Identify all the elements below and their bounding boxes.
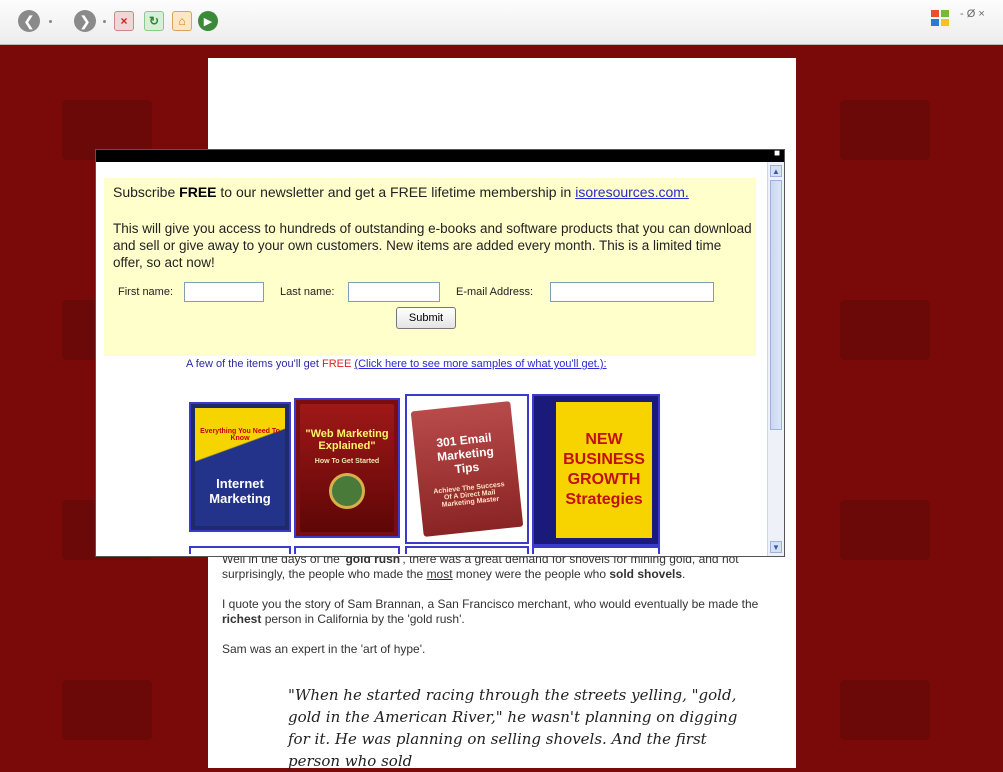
- scroll-thumb[interactable]: [770, 180, 782, 430]
- refresh-icon[interactable]: ↻: [144, 11, 164, 31]
- first-name-field[interactable]: [184, 282, 264, 302]
- product-image-stub: [405, 546, 529, 554]
- article-paragraph: Sam was an expert in the 'art of hype'.: [222, 642, 426, 656]
- subscribe-headline: Subscribe FREE to our newsletter and get…: [113, 184, 689, 200]
- product-image-stub: [532, 546, 660, 554]
- subscribe-panel: Subscribe FREE to our newsletter and get…: [104, 178, 756, 356]
- back-arrow-icon[interactable]: ❮: [18, 10, 40, 32]
- product-tagline: Achieve The Success Of A Direct Mail Mar…: [433, 480, 505, 509]
- product-title: 301 Email Marketing Tips: [435, 429, 495, 476]
- article-paragraph: I quote you the story of Sam Brannan, a …: [222, 597, 759, 626]
- toolbar-separator: [49, 20, 52, 23]
- background-decoration: [840, 100, 930, 160]
- background-decoration: [62, 680, 152, 740]
- background-decoration: [840, 680, 930, 740]
- background-decoration: [840, 300, 930, 360]
- product-image-stub: [294, 546, 400, 554]
- popup-title-bar: ■: [96, 148, 784, 162]
- browser-toolbar: ❮ ❯ × ↻ ⌂ ▶ - Ø ×: [0, 0, 1003, 45]
- background-decoration: [840, 500, 930, 560]
- media-icon[interactable]: ▶: [198, 11, 218, 31]
- last-name-field[interactable]: [348, 282, 440, 302]
- offer-description: This will give you access to hundreds of…: [113, 221, 752, 270]
- scroll-up-icon[interactable]: ▲: [770, 165, 782, 177]
- product-title: Internet Marketing: [209, 476, 271, 506]
- product-tagline: Everything You Need To Know: [200, 428, 280, 442]
- product-tagline: How To Get Started: [314, 457, 380, 465]
- close-icon[interactable]: ■: [774, 148, 780, 159]
- newsletter-popup: ■ Subscribe FREE to our newsletter and g…: [96, 148, 784, 556]
- windows-logo-icon: [931, 10, 949, 26]
- article: Well in the days of the 'gold rush', the…: [222, 552, 782, 672]
- email-label: E-mail Address:: [456, 286, 534, 298]
- product-image[interactable]: "Web Marketing Explained" How To Get Sta…: [294, 398, 400, 538]
- product-image[interactable]: Everything You Need To Know Internet Mar…: [189, 402, 291, 532]
- free-items-caption: A few of the items you'll get FREE (Clic…: [186, 358, 607, 370]
- window-controls[interactable]: - Ø ×: [960, 8, 985, 20]
- badge-icon: [329, 472, 365, 509]
- popup-scrollbar[interactable]: ▲ ▼: [767, 162, 784, 556]
- product-title: "Web Marketing Explained": [305, 427, 389, 452]
- toolbar-separator: [103, 20, 106, 23]
- product-image[interactable]: 301 Email Marketing Tips Achieve The Suc…: [405, 394, 529, 544]
- handwritten-quote: "When he started racing through the stre…: [288, 686, 738, 770]
- submit-button[interactable]: Submit: [396, 307, 456, 329]
- forward-arrow-icon[interactable]: ❯: [74, 10, 96, 32]
- scroll-down-icon[interactable]: ▼: [770, 541, 782, 553]
- isoresources-link[interactable]: isoresources.com.: [575, 184, 689, 200]
- home-icon[interactable]: ⌂: [172, 11, 192, 31]
- more-samples-link[interactable]: (Click here to see more samples of what …: [354, 358, 606, 370]
- product-title: NEW BUSINESS GROWTH Strategies: [563, 431, 645, 508]
- article-paragraph: Well in the days of the 'gold rush', the…: [222, 552, 739, 581]
- stop-icon[interactable]: ×: [114, 11, 134, 31]
- product-image[interactable]: NEW BUSINESS GROWTH Strategies: [532, 394, 660, 546]
- product-image-stub: [189, 546, 291, 554]
- first-name-label: First name:: [118, 286, 174, 298]
- last-name-label: Last name:: [280, 286, 335, 298]
- email-field[interactable]: [550, 282, 714, 302]
